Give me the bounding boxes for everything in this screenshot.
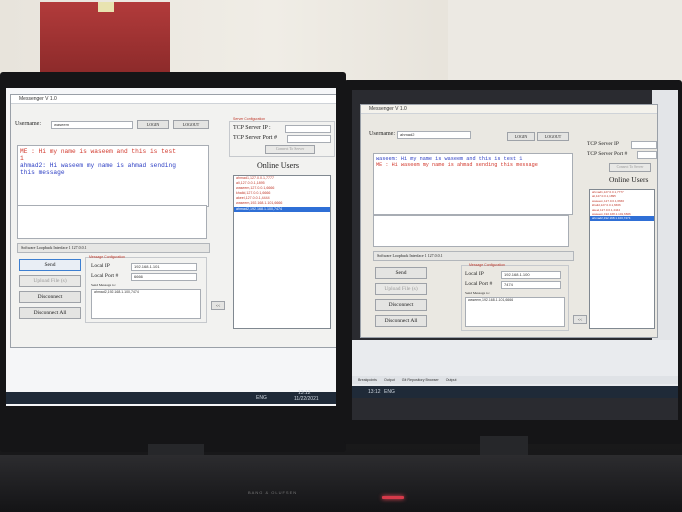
logout-button[interactable]: LOGOUT [537, 132, 569, 141]
brand-label: BANG & OLUFSEN [248, 490, 298, 495]
add-recipient-button[interactable]: << [573, 315, 587, 324]
login-button[interactable]: LOGIN [507, 132, 535, 141]
tcp-port-input[interactable] [287, 135, 331, 143]
disconnect-all-button[interactable]: Disconnect All [375, 315, 427, 327]
send-button[interactable]: Send [19, 259, 81, 271]
username-label: Username: [15, 121, 41, 127]
left-monitor: Messenger V 1.0 Username: waseem LOGIN L… [0, 72, 346, 452]
chat-line: ME : Hi my name is waseem and this is te… [20, 148, 176, 155]
interface-select[interactable]: Software Loopback Interface 1 127.0.0.1 [373, 251, 574, 261]
add-recipient-button[interactable]: << [211, 301, 225, 310]
username-input[interactable]: ahmad2 [397, 131, 471, 139]
red-cabinet [40, 2, 170, 74]
send-message-to-box[interactable]: ahmad2,192.168.1.100,7474 [91, 289, 201, 319]
lang-indicator: ENG [256, 395, 267, 401]
chat-line: ahmad2: Hi waseem my name is ahmad sendi… [20, 162, 176, 169]
disconnect-all-button[interactable]: Disconnect All [19, 307, 81, 319]
local-ip-label: Local IP [465, 271, 484, 277]
online-user-item-selected[interactable]: ahmad2,192.168.1.100,7474 [234, 206, 330, 212]
left-messenger-window: Messenger V 1.0 Username: waseem LOGIN L… [10, 94, 336, 348]
login-button[interactable]: LOGIN [137, 120, 169, 129]
left-screen: Messenger V 1.0 Username: waseem LOGIN L… [6, 88, 336, 406]
photo-scene: Messenger V 1.0 Username: waseem LOGIN L… [0, 0, 682, 512]
clock-date: 11/22/2021 [294, 396, 319, 402]
ide-tab[interactable]: Output [446, 378, 457, 382]
online-users-title: Online Users [609, 175, 649, 184]
left-taskbar: ENG 13:12 11/22/2021 [6, 390, 336, 404]
tcp-port-label: TCP Server Port # [233, 135, 277, 141]
window-title: Messenger V 1.0 [361, 105, 657, 114]
chat-history[interactable]: ME : Hi my name is waseem and this is te… [17, 145, 209, 207]
connect-server-button[interactable]: Connect To Server [609, 163, 651, 172]
tcp-ip-input[interactable] [285, 125, 331, 133]
chat-line: 1 [20, 155, 24, 162]
tcp-ip-input[interactable] [631, 141, 657, 149]
local-ip-input[interactable]: 192.168.1.101 [131, 263, 197, 271]
logout-button[interactable]: LOGOUT [173, 120, 209, 129]
connect-server-button[interactable]: Connect To Server [265, 145, 315, 154]
ide-tab[interactable]: Output [384, 378, 395, 382]
ide-tab[interactable]: Breakpoints [358, 378, 377, 382]
chat-line: ME : Hi waseem my name is ahmad sending … [376, 162, 538, 169]
local-ip-input[interactable]: 192.168.1.100 [501, 271, 561, 279]
message-config-label: Message Configuration [89, 255, 125, 259]
tcp-port-label: TCP Server Port # [587, 151, 628, 157]
lang-indicator: ENG [384, 389, 395, 395]
disconnect-button[interactable]: Disconnect [19, 291, 81, 303]
tcp-ip-label: TCP Server IP : [233, 125, 271, 131]
username-label: Username: [369, 131, 395, 137]
right-screen: Messenger V 1.0 Username: ahmad2 LOGIN L… [352, 90, 678, 420]
right-messenger-window: Messenger V 1.0 Username: ahmad2 LOGIN L… [360, 104, 658, 338]
power-led [382, 496, 404, 499]
local-port-input[interactable]: 6666 [131, 273, 197, 281]
local-port-label: Local Port # [91, 273, 119, 279]
server-config-label: Server Configuration [233, 117, 266, 121]
clock-time: 13:12 [368, 389, 381, 395]
local-port-input[interactable]: 7474 [501, 281, 561, 289]
tcp-ip-label: TCP Server IP [587, 141, 619, 147]
send-button[interactable]: Send [375, 267, 427, 279]
upload-files-button[interactable]: Upload File (s) [375, 283, 427, 295]
right-taskbar: 13:12 ENG [352, 386, 678, 398]
message-input[interactable] [17, 205, 207, 239]
online-users-list[interactable]: ahmad1,127.0.0.1,7777 ali,127.0.0.1,1895… [589, 189, 655, 329]
send-message-to-label: Send Message to: [465, 291, 490, 295]
interface-select[interactable]: Software Loopback Interface 1 127.0.0.1 [17, 243, 210, 253]
upload-files-button[interactable]: Upload File (s) [19, 275, 81, 287]
ide-tab[interactable]: Git Repository Browser [402, 378, 439, 382]
sticky-note [98, 2, 114, 12]
right-monitor: Messenger V 1.0 Username: ahmad2 LOGIN L… [344, 80, 682, 444]
local-port-label: Local Port # [465, 281, 493, 287]
tcp-port-input[interactable] [637, 151, 657, 159]
local-ip-label: Local IP [91, 263, 110, 269]
send-message-to-label: Send Message to: [91, 283, 116, 287]
message-config-label: Message Configuration [469, 263, 505, 267]
chat-history[interactable]: waseem: Hi my name is waseem and this is… [373, 153, 573, 215]
send-message-to-box[interactable]: waseem,192.168.1.101,6666 [465, 297, 565, 327]
online-users-list[interactable]: ahmad1,127.0.0.1,7777 ali,127.0.0.1,1895… [233, 175, 331, 329]
window-title: Messenger V 1.0 [11, 95, 336, 104]
ide-tab-bar: Breakpoints Output Git Repository Browse… [352, 376, 678, 384]
wall-right [448, 0, 682, 82]
message-input[interactable] [373, 215, 569, 247]
chat-line: this message [20, 169, 65, 176]
online-user-item-selected[interactable]: ahmad2,192.168.1.100,7474 [590, 216, 654, 221]
disconnect-button[interactable]: Disconnect [375, 299, 427, 311]
desk-keyboard [0, 455, 682, 512]
online-users-title: Online Users [257, 161, 299, 170]
username-input[interactable]: waseem [51, 121, 133, 129]
